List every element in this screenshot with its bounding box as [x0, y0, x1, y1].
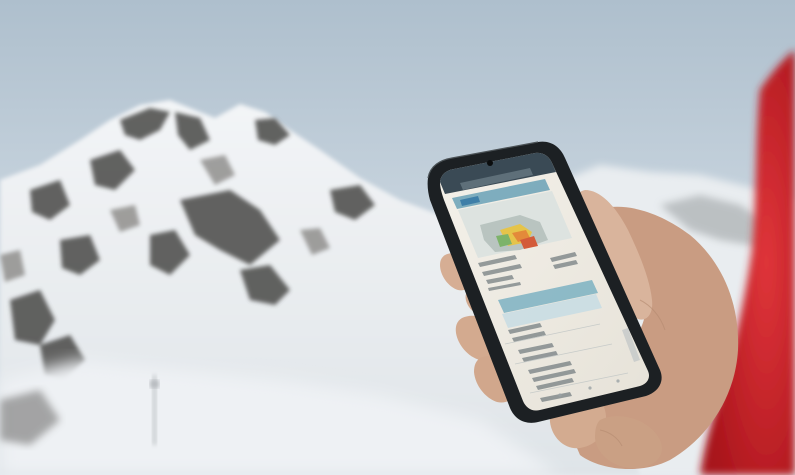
scene-svg — [0, 0, 795, 475]
mountain-photo — [0, 0, 795, 475]
